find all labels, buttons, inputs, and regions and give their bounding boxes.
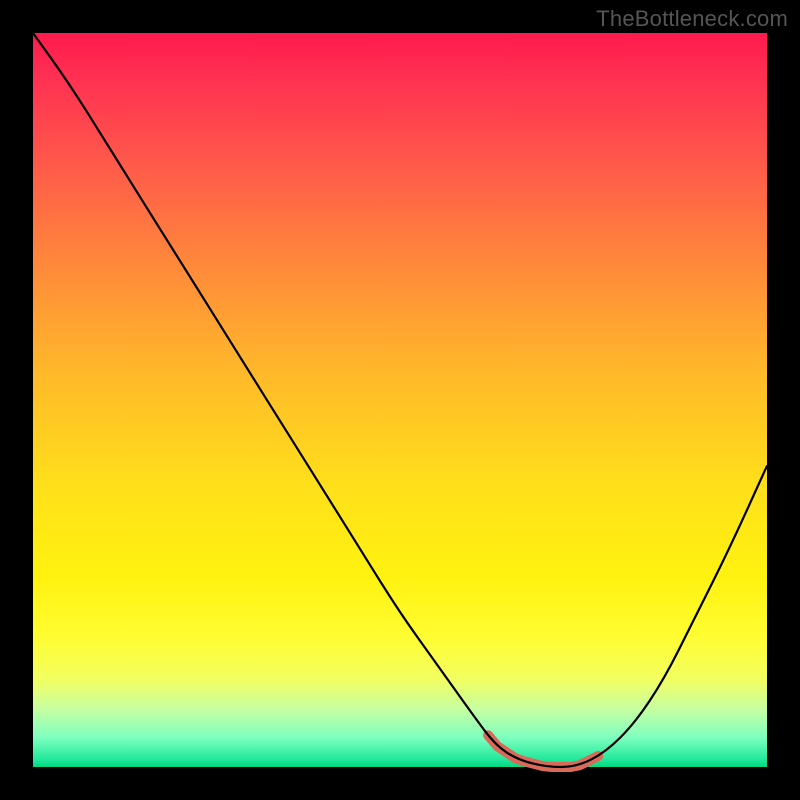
bottleneck-curve-line xyxy=(33,33,767,767)
watermark-text: TheBottleneck.com xyxy=(596,6,788,32)
plot-svg xyxy=(33,33,767,767)
plot-area xyxy=(33,33,767,767)
